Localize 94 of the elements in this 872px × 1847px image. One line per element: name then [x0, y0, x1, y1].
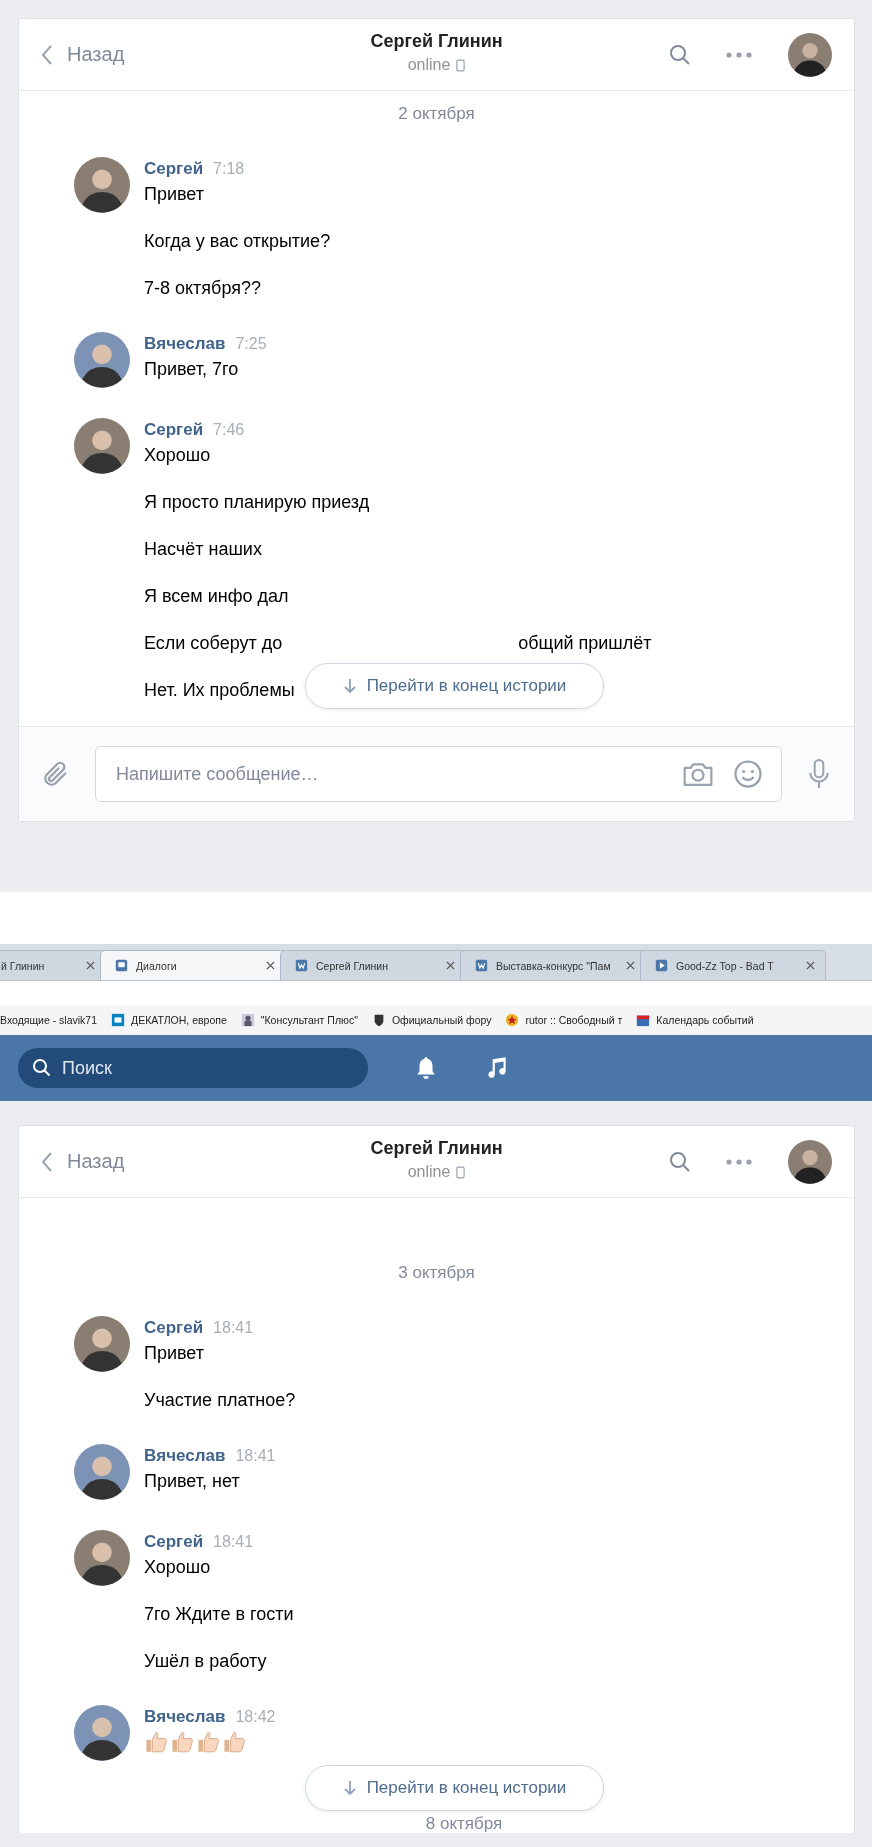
bookmark[interactable]: Входящие - slavik71: [0, 1014, 98, 1026]
square-logo-icon: [475, 959, 488, 972]
author-name[interactable]: Сергей: [144, 157, 204, 181]
thumbs-up-icon: [144, 1729, 168, 1753]
bookmark[interactable]: Официальный фору: [371, 1013, 492, 1027]
play-icon: [655, 959, 668, 972]
avatar[interactable]: [788, 32, 832, 77]
message-text: Нет. Их проблемы: [144, 679, 295, 702]
message-text: Привет: [144, 183, 205, 206]
author-name[interactable]: Вячеслав: [144, 1444, 226, 1468]
browser-tab[interactable]: Good-Zz Top - Bad T: [640, 950, 826, 980]
bookmark[interactable]: Календарь событий: [636, 1013, 754, 1027]
square-logo-icon: [111, 1013, 126, 1027]
chat-title: Сергей Глинин: [370, 31, 503, 52]
author-name[interactable]: Сергей: [144, 1530, 204, 1554]
message-time: 7:46: [213, 420, 245, 440]
message-text: 7-8 октября??: [144, 277, 261, 300]
calendar-icon: [636, 1013, 651, 1027]
star-icon: [505, 1013, 520, 1027]
tab-title: Диалоги: [136, 959, 178, 972]
close-icon[interactable]: [86, 961, 95, 970]
figure-icon: [240, 1013, 255, 1027]
avatar[interactable]: [74, 157, 130, 213]
thumbs-up-icon: [196, 1729, 220, 1753]
more-icon[interactable]: [726, 51, 752, 58]
message-text: Я всем инфо дал: [144, 585, 289, 608]
bookmark[interactable]: "Консультант Плюс": [240, 1013, 358, 1027]
jump-to-end-button[interactable]: Перейти в конец истории: [305, 1765, 604, 1811]
chevron-left-icon: [41, 43, 53, 66]
search-icon[interactable]: [668, 1149, 692, 1174]
close-icon[interactable]: [446, 961, 455, 970]
phone-icon: [456, 58, 466, 72]
phone-icon: [456, 1165, 466, 1179]
thumbs-up-icon: [222, 1729, 246, 1753]
message-text: Хорошо: [144, 444, 211, 467]
search-field[interactable]: Поиск: [60, 1056, 264, 1080]
online-status: online: [407, 56, 451, 74]
search-icon[interactable]: [668, 42, 692, 67]
tab-title: Выставка-конкурс "Пам: [496, 959, 612, 972]
message-text: Привет, 7го: [144, 358, 239, 381]
arrow-down-icon: [342, 678, 357, 694]
tab-title: й Глинин: [1, 959, 46, 972]
search-icon: [32, 1058, 52, 1078]
message-text: общий пришлёт: [518, 632, 652, 655]
chat-icon: [115, 959, 128, 972]
date-separator: 8 октября: [424, 1813, 504, 1835]
author-name[interactable]: Сергей: [144, 1316, 204, 1340]
author-name[interactable]: Вячеслав: [144, 332, 226, 356]
bookmark[interactable]: ДЕКАТЛОН, европе: [111, 1013, 227, 1027]
message-text: Если соберут до: [144, 632, 283, 655]
author-name[interactable]: Сергей: [144, 418, 204, 442]
message-field[interactable]: Напишите сообщение…: [95, 746, 782, 802]
message-text: Когда у вас открытие?: [144, 230, 331, 253]
smile-icon[interactable]: [731, 759, 765, 789]
more-icon[interactable]: [726, 1158, 752, 1165]
search-bar[interactable]: Поиск: [18, 1048, 368, 1088]
message-text: Я просто планирую приезд: [144, 491, 370, 514]
avatar[interactable]: [74, 1530, 130, 1586]
message-text: Хорошо: [144, 1556, 211, 1579]
message-time: 18:42: [235, 1707, 276, 1727]
message-text: Ушёл в работу: [144, 1650, 267, 1673]
author-name[interactable]: Вячеслав: [144, 1705, 226, 1729]
chevron-left-icon: [41, 1150, 53, 1173]
message-text: Привет, нет: [144, 1470, 240, 1493]
message-input[interactable]: Напишите сообщение…: [114, 762, 665, 786]
arrow-down-icon: [342, 1780, 357, 1796]
date-separator: 3 октября: [397, 1262, 476, 1284]
message-time: 7:18: [213, 159, 245, 179]
message-time: 18:41: [213, 1318, 254, 1338]
message-text: Участие платное?: [144, 1389, 296, 1412]
square-logo-icon: [295, 959, 308, 972]
avatar[interactable]: [74, 1705, 130, 1761]
jump-to-end-button[interactable]: Перейти в конец истории: [305, 663, 604, 709]
message-time: 7:25: [235, 334, 267, 354]
avatar[interactable]: [74, 418, 130, 474]
close-icon[interactable]: [266, 961, 275, 970]
tab-title: Good-Zz Top - Bad T: [676, 959, 775, 972]
avatar[interactable]: [74, 332, 130, 388]
close-icon[interactable]: [806, 961, 815, 970]
message-time: 18:41: [235, 1446, 276, 1466]
chat-title: Сергей Глинин: [370, 1138, 503, 1159]
avatar[interactable]: [788, 1139, 832, 1184]
close-icon[interactable]: [626, 961, 635, 970]
bookmark[interactable]: rutor :: Свободный т: [505, 1013, 623, 1027]
date-separator: 2 октября: [397, 103, 476, 125]
avatar[interactable]: [74, 1316, 130, 1372]
message-text: 7го Ждите в гости: [144, 1603, 294, 1626]
avatar[interactable]: [74, 1444, 130, 1500]
thumbs-up-icon: [170, 1729, 194, 1753]
tab-title: Сергей Глинин: [316, 959, 390, 972]
message-text: Насчёт наших: [144, 538, 262, 561]
message-time: 18:41: [213, 1532, 254, 1552]
message-text: Привет: [144, 1342, 205, 1365]
online-status: online: [407, 1163, 451, 1181]
